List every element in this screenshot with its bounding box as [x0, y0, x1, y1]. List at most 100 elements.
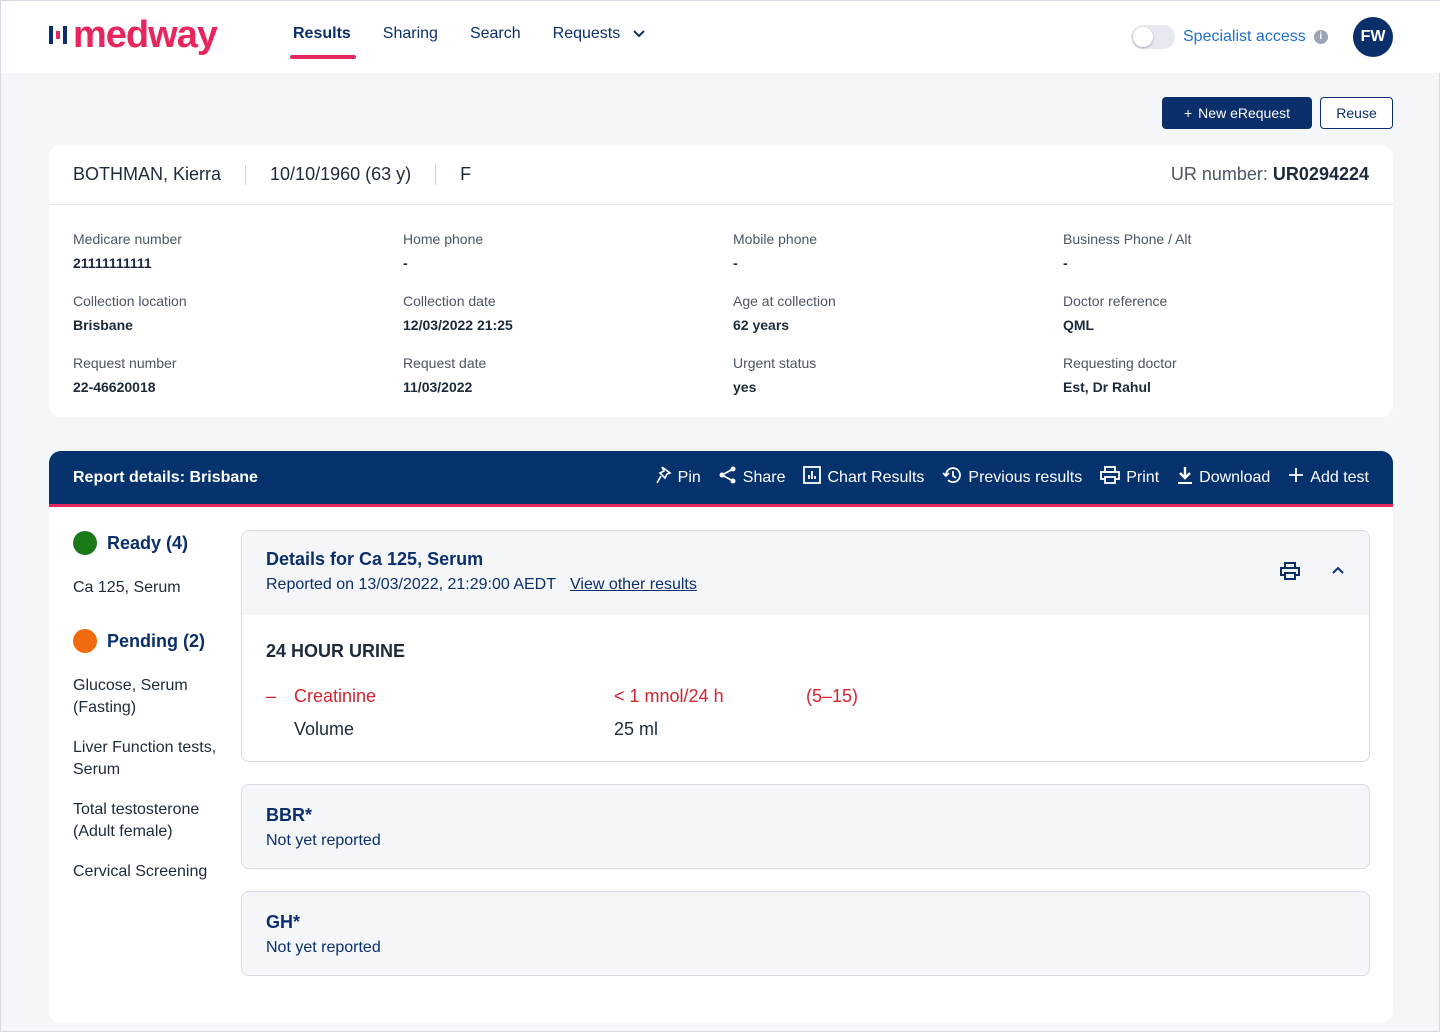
- specialist-access-toggle[interactable]: [1131, 25, 1175, 49]
- reuse-button[interactable]: Reuse: [1320, 97, 1393, 129]
- section-title: 24 HOUR URINE: [266, 641, 406, 661]
- top-bar: medway Results Sharing Search Requests S…: [1, 1, 1440, 73]
- new-erequest-label: New eRequest: [1198, 105, 1290, 121]
- pending-group: Pending (2): [73, 629, 223, 653]
- report-card: Report details: Brisbane Pin Share Chart…: [49, 451, 1393, 1023]
- test-status-list: Ready (4) Ca 125, Serum Pending (2) Gluc…: [73, 531, 223, 901]
- ready-group: Ready (4): [73, 531, 223, 555]
- history-icon: [942, 466, 962, 489]
- avatar[interactable]: FW: [1353, 17, 1393, 57]
- field-value: Brisbane: [73, 317, 133, 333]
- field-value: Est, Dr Rahul: [1063, 379, 1151, 395]
- patient-card: BOTHMAN, Kierra 10/10/1960 (63 y) F UR n…: [49, 145, 1393, 417]
- field-label: Collection date: [403, 293, 496, 309]
- result-row: – Creatinine < 1 mnol/24 h (5–15): [266, 686, 859, 706]
- patient-name: BOTHMAN, Kierra: [73, 164, 222, 184]
- field-value: -: [1063, 255, 1068, 271]
- field-value: 11/03/2022: [403, 379, 473, 395]
- test-item[interactable]: Liver Function tests, Serum: [73, 737, 223, 781]
- field-label: Age at collection: [733, 293, 836, 309]
- main-nav: Results Sharing Search Requests: [290, 25, 645, 59]
- field-value: 62 years: [733, 317, 790, 333]
- test-item[interactable]: Cervical Screening: [73, 861, 223, 883]
- patient-field: Request date 11/03/2022: [403, 355, 733, 395]
- field-label: Urgent status: [733, 355, 817, 371]
- result-detail-card: Details for Ca 125, Serum Reported on 13…: [241, 530, 1370, 762]
- field-label: Request date: [403, 355, 487, 371]
- pin-button[interactable]: Pin: [655, 466, 701, 489]
- patient-field: Collection location Brisbane: [73, 293, 403, 333]
- download-icon: [1177, 466, 1193, 489]
- chart-icon: [803, 466, 822, 489]
- field-label: Home phone: [403, 231, 484, 247]
- logo-mark-icon: [49, 26, 67, 44]
- patient-field: Collection date 12/03/2022 21:25: [403, 293, 733, 333]
- nav-requests-label: Requests: [552, 25, 621, 42]
- download-button[interactable]: Download: [1177, 466, 1270, 489]
- patient-field: Home phone -: [403, 231, 733, 271]
- patient-field: Mobile phone -: [733, 231, 1063, 271]
- patient-field: Doctor reference QML: [1063, 293, 1393, 333]
- pending-test-card[interactable]: GH* Not yet reported: [241, 891, 1370, 976]
- print-icon: [1100, 466, 1121, 489]
- share-icon: [719, 466, 737, 489]
- field-value: -: [733, 255, 738, 271]
- chart-results-button[interactable]: Chart Results: [803, 466, 924, 489]
- report-header: Report details: Brisbane Pin Share Chart…: [49, 451, 1393, 507]
- share-button[interactable]: Share: [719, 466, 785, 489]
- test-item[interactable]: Glucose, Serum (Fasting): [73, 675, 223, 719]
- chevron-down-icon: [632, 25, 645, 43]
- add-test-button[interactable]: Add test: [1288, 466, 1369, 489]
- field-label: Request number: [73, 355, 177, 371]
- nav-sharing[interactable]: Sharing: [383, 25, 438, 43]
- patient-details-grid: Medicare number 21111111111 Home phone - Mob…: [49, 205, 1393, 395]
- result-row: Volume 25 ml: [294, 719, 659, 739]
- patient-dob: 10/10/1960 (63 y): [270, 164, 412, 184]
- field-label: Doctor reference: [1063, 293, 1168, 309]
- patient-field: Request number 22-46620018: [73, 355, 403, 395]
- patient-sex: F: [460, 164, 472, 184]
- view-other-results-link[interactable]: View other results: [570, 576, 697, 593]
- logo-text: medway: [73, 14, 218, 56]
- medway-logo[interactable]: medway: [49, 14, 218, 56]
- report-title: Report details: Brisbane: [73, 468, 258, 486]
- nav-requests[interactable]: Requests: [553, 25, 645, 43]
- field-label: Requesting doctor: [1063, 355, 1177, 371]
- field-value: -: [403, 255, 408, 271]
- print-button[interactable]: Print: [1100, 466, 1159, 489]
- field-value: 12/03/2022 21:25: [403, 317, 513, 333]
- previous-results-button[interactable]: Previous results: [942, 466, 1082, 489]
- new-erequest-button[interactable]: + New eRequest: [1162, 97, 1312, 129]
- reported-on: Reported on 13/03/2022, 21:29:00 AEDT: [266, 576, 556, 593]
- pending-test-card[interactable]: BBR* Not yet reported: [241, 784, 1370, 869]
- test-item[interactable]: Ca 125, Serum: [73, 577, 223, 599]
- field-label: Business Phone / Alt: [1063, 231, 1192, 247]
- detail-title: Details for Ca 125, Serum: [266, 549, 484, 569]
- pin-icon: [655, 466, 672, 489]
- field-label: Mobile phone: [733, 231, 818, 247]
- print-icon[interactable]: [1279, 561, 1301, 586]
- nav-results[interactable]: Results: [290, 25, 356, 59]
- patient-field: Age at collection 62 years: [733, 293, 1063, 333]
- specialist-access-label: Specialist access: [1183, 28, 1306, 45]
- plus-icon: [1288, 467, 1304, 488]
- ready-status-icon: [73, 531, 97, 555]
- test-item[interactable]: Total testosterone (Adult female): [73, 799, 223, 843]
- field-label: Collection location: [73, 293, 187, 309]
- ur-number: UR number: UR0294224: [1170, 164, 1369, 184]
- field-value: 22-46620018: [73, 379, 156, 395]
- patient-field: Medicare number 21111111111: [73, 231, 403, 271]
- patient-field: Business Phone / Alt -: [1063, 231, 1393, 271]
- pending-status-icon: [73, 629, 97, 653]
- chevron-up-icon[interactable]: [1331, 561, 1345, 586]
- patient-field: Urgent status yes: [733, 355, 1063, 395]
- field-value: yes: [733, 379, 757, 395]
- specialist-access: Specialist access i: [1131, 25, 1328, 49]
- field-value: QML: [1063, 317, 1095, 333]
- info-icon[interactable]: i: [1313, 30, 1328, 44]
- field-label: Medicare number: [73, 231, 182, 247]
- patient-field: Requesting doctor Est, Dr Rahul: [1063, 355, 1393, 395]
- nav-search[interactable]: Search: [470, 25, 521, 43]
- field-value: 21111111111: [73, 255, 152, 271]
- plus-icon: +: [1183, 105, 1193, 121]
